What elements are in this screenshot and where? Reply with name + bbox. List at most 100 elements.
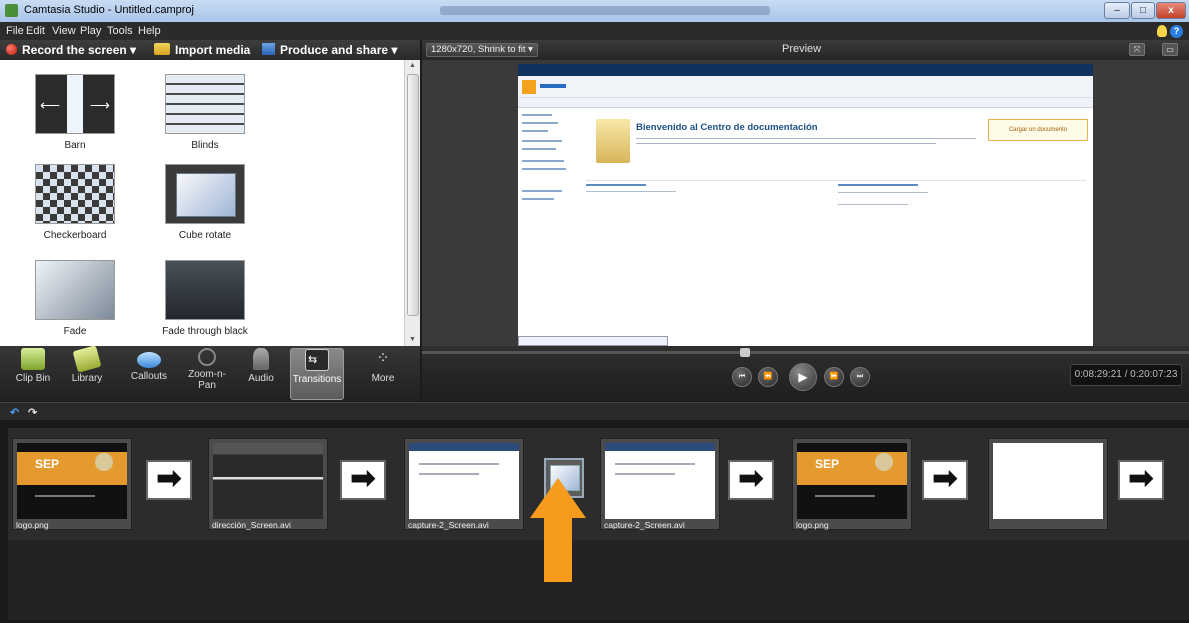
produce-share-button[interactable]: Produce and share ▾: [262, 42, 397, 58]
tab-label: Zoom-n-Pan: [188, 369, 226, 391]
upload-document-button: Cargar un documento: [988, 119, 1088, 141]
text-line: [419, 463, 499, 465]
transition-fade-through-black[interactable]: Fade through black: [150, 260, 260, 337]
maximize-button[interactable]: □: [1131, 2, 1155, 19]
menu-help[interactable]: Help: [138, 25, 161, 37]
scroll-up-icon[interactable]: ▲: [409, 62, 416, 69]
preview-canvas[interactable]: Bienvenido al Centro de documentación Ca…: [518, 64, 1093, 346]
minimize-button[interactable]: –: [1104, 2, 1130, 19]
tab-audio[interactable]: Audio: [234, 348, 288, 400]
transition-placeholder-arrow-icon[interactable]: ➡: [1118, 460, 1164, 500]
transition-placeholder-arrow-icon[interactable]: ➡: [340, 460, 386, 500]
help-icon[interactable]: ?: [1170, 25, 1183, 38]
transition-label: Cube rotate: [178, 230, 232, 241]
preview-header: 1280x720, Shrink to fit ▾ Preview ⤧ ▭: [422, 40, 1189, 60]
transition-placeholder-arrow-icon[interactable]: ➡: [922, 460, 968, 500]
sharepoint-left-nav: [518, 110, 573, 210]
tab-more[interactable]: ⁘ More: [356, 348, 410, 400]
thumb-header: [605, 443, 715, 451]
analytics-line: [838, 184, 918, 186]
text-line: [419, 473, 479, 475]
text-line: [815, 495, 875, 497]
transition-label: Checkerboard: [43, 230, 107, 241]
menu-tools[interactable]: Tools: [107, 25, 133, 37]
play-button[interactable]: ▶: [789, 363, 817, 391]
tab-label: Clip Bin: [15, 373, 51, 384]
import-media-button[interactable]: Import media: [154, 42, 250, 58]
divider: [586, 180, 1086, 181]
clip-label: capture-2_Screen.avi: [604, 520, 685, 530]
tab-label: Callouts: [130, 371, 168, 382]
tab-clip-bin[interactable]: Clip Bin: [6, 348, 60, 400]
screen-capture-thumbnail: [605, 443, 715, 519]
storyboard-clip[interactable]: capture-2_Screen.avi: [404, 438, 524, 530]
transition-barn[interactable]: ⟵ ⟶ Barn: [20, 74, 130, 151]
storyboard-clip[interactable]: dirección_Screen.avi: [208, 438, 328, 530]
menu-view[interactable]: View: [52, 25, 76, 37]
close-button[interactable]: x: [1156, 2, 1186, 19]
transition-placeholder-arrow-icon[interactable]: ➡: [146, 460, 192, 500]
nav-line: [522, 130, 548, 132]
menu-edit[interactable]: Edit: [26, 25, 45, 37]
scrub-track[interactable]: [422, 351, 1189, 354]
jump-end-button[interactable]: ⏭: [850, 367, 870, 387]
sep-logo-text: SEP: [815, 457, 840, 471]
seal-icon: [95, 453, 113, 471]
fast-forward-button[interactable]: ⏩: [824, 367, 844, 387]
jump-start-button[interactable]: ⏮: [732, 367, 752, 387]
lightbulb-icon[interactable]: [1157, 25, 1167, 37]
camtasia-app-icon: [5, 4, 18, 17]
menu-play[interactable]: Play: [80, 25, 101, 37]
transitions-scrollbar[interactable]: ▲ ▼: [404, 60, 420, 346]
scroll-down-icon[interactable]: ▼: [409, 336, 416, 343]
clip-label: dirección_Screen.avi: [212, 520, 291, 530]
clip-label: capture-2_Screen.avi: [408, 520, 489, 530]
tab-label: Audio: [248, 373, 274, 384]
playback-controls: ⏮ ⏪ ▶ ⏩ ⏭ 0:08:29:21 / 0:20:07:23: [422, 346, 1189, 402]
sharepoint-tabs: [518, 98, 1093, 108]
transition-label: Blinds: [191, 140, 219, 151]
transition-checkerboard[interactable]: Checkerboard: [20, 164, 130, 241]
storyboard-toolbar: ↶ ↷: [0, 402, 1189, 420]
nav-line: [522, 168, 566, 170]
logo-thumbnail: SEP: [797, 443, 907, 519]
window-title: Camtasia Studio - Untitled.camproj: [24, 4, 194, 16]
preview-size-dropdown[interactable]: 1280x720, Shrink to fit ▾: [426, 43, 538, 57]
detach-preview-icon[interactable]: ▭: [1162, 43, 1178, 56]
text-line: [636, 143, 936, 144]
undo-icon[interactable]: ↶: [10, 406, 19, 419]
fit-preview-icon[interactable]: ⤧: [1129, 43, 1145, 56]
menu-file[interactable]: File: [6, 25, 24, 37]
tab-transitions[interactable]: ⇆ Transitions: [290, 348, 344, 400]
storyboard-clip[interactable]: [988, 438, 1108, 530]
tab-library[interactable]: Library: [60, 345, 114, 400]
document-folder-icon: [596, 119, 630, 163]
scrollbar-thumb[interactable]: [407, 74, 419, 316]
transition-label: Fade: [63, 326, 87, 337]
taskbar-blurred-text: [440, 6, 770, 15]
tab-zoom-n-pan[interactable]: Zoom-n-Pan: [180, 348, 234, 400]
main-toolbar: Record the screen ▾ Import media Produce…: [0, 40, 420, 60]
nav-line: [522, 148, 556, 150]
sharepoint-logo-icon: [522, 80, 536, 94]
preview-area: Bienvenido al Centro de documentación Ca…: [422, 60, 1189, 346]
rewind-button[interactable]: ⏪: [758, 367, 778, 387]
storyboard-clip[interactable]: capture-2_Screen.avi: [600, 438, 720, 530]
transition-cube-rotate[interactable]: Cube rotate: [150, 164, 260, 241]
nav-line: [522, 190, 562, 192]
clip-label: logo.png: [796, 520, 829, 530]
storyboard-clip[interactable]: SEP logo.png: [12, 438, 132, 530]
tab-callouts[interactable]: Callouts: [122, 348, 176, 400]
storyboard-empty-area: [8, 540, 1189, 620]
storyboard-clip[interactable]: SEP logo.png: [792, 438, 912, 530]
transition-placeholder-arrow-icon[interactable]: ➡: [728, 460, 774, 500]
transition-fade[interactable]: Fade: [20, 260, 130, 337]
scrub-playhead[interactable]: [739, 348, 750, 357]
barn-thumbnail: ⟵ ⟶: [35, 74, 115, 134]
redo-icon[interactable]: ↷: [28, 406, 37, 419]
transitions-grid: ⟵ ⟶ Barn Blinds Checkerboard Cube rotate: [0, 60, 404, 346]
transition-blinds[interactable]: Blinds: [150, 74, 260, 151]
record-screen-button[interactable]: Record the screen ▾: [6, 42, 136, 58]
import-label: Import media: [175, 43, 251, 57]
sep-logo-text: SEP: [35, 457, 60, 471]
